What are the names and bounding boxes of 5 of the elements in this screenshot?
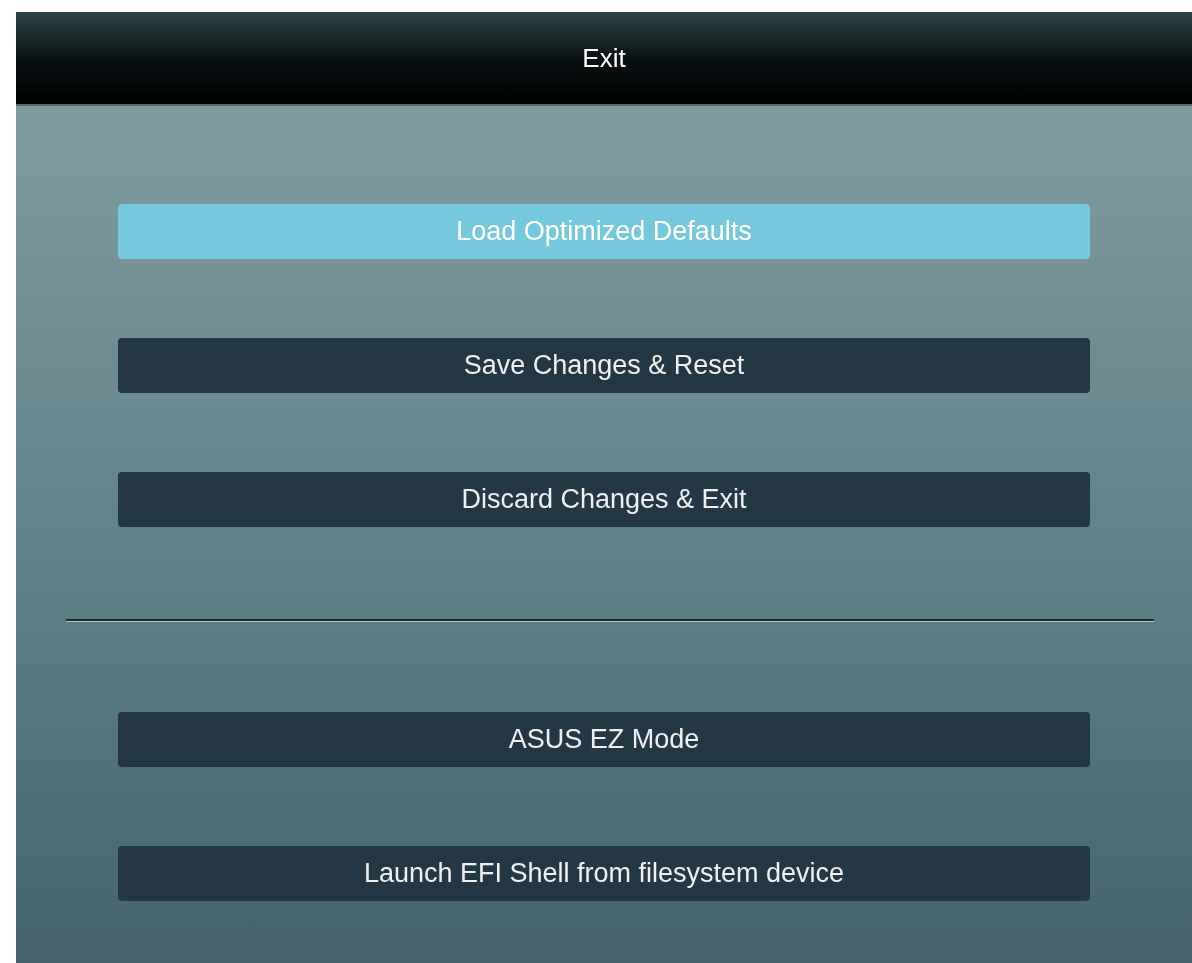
menu-option[interactable]: Save Changes & Reset [118, 338, 1090, 393]
menu-option[interactable]: Discard Changes & Exit [118, 472, 1090, 527]
menu-option[interactable]: ASUS EZ Mode [118, 712, 1090, 767]
menu-option[interactable]: Launch EFI Shell from filesystem device [118, 846, 1090, 901]
window-title: Exit [582, 42, 626, 74]
